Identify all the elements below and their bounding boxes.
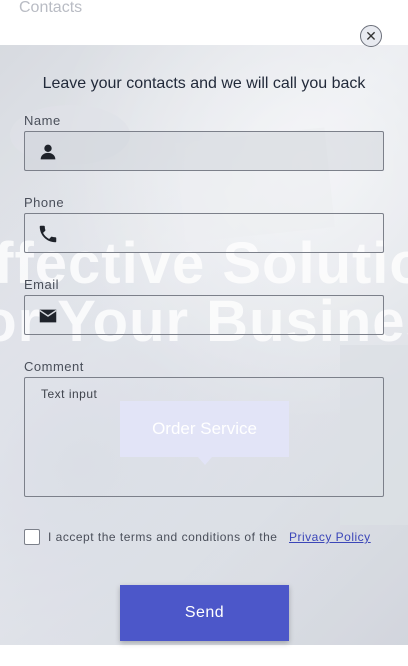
close-button[interactable]: ✕ xyxy=(360,25,382,47)
comment-field[interactable]: Text input xyxy=(24,377,384,497)
terms-text: I accept the terms and conditions of the xyxy=(48,530,278,544)
terms-checkbox[interactable] xyxy=(24,529,40,545)
phone-label: Phone xyxy=(24,195,65,210)
comment-label: Comment xyxy=(24,359,84,374)
send-button[interactable]: Send xyxy=(120,585,289,641)
mail-icon xyxy=(39,309,57,323)
name-label: Name xyxy=(24,113,61,128)
comment-placeholder: Text input xyxy=(41,387,98,401)
top-bar-title: Contacts xyxy=(19,0,83,16)
close-icon: ✕ xyxy=(365,28,377,44)
modal-heading: Leave your contacts and we will call you… xyxy=(42,75,366,92)
privacy-policy-link[interactable]: Privacy Policy xyxy=(289,530,371,544)
person-icon xyxy=(40,144,56,160)
top-bar: Contacts xyxy=(0,0,408,46)
email-label: Email xyxy=(24,277,60,292)
email-field[interactable] xyxy=(24,295,384,335)
name-field[interactable] xyxy=(24,131,384,171)
phone-field[interactable] xyxy=(24,213,384,253)
phone-icon xyxy=(39,225,57,243)
